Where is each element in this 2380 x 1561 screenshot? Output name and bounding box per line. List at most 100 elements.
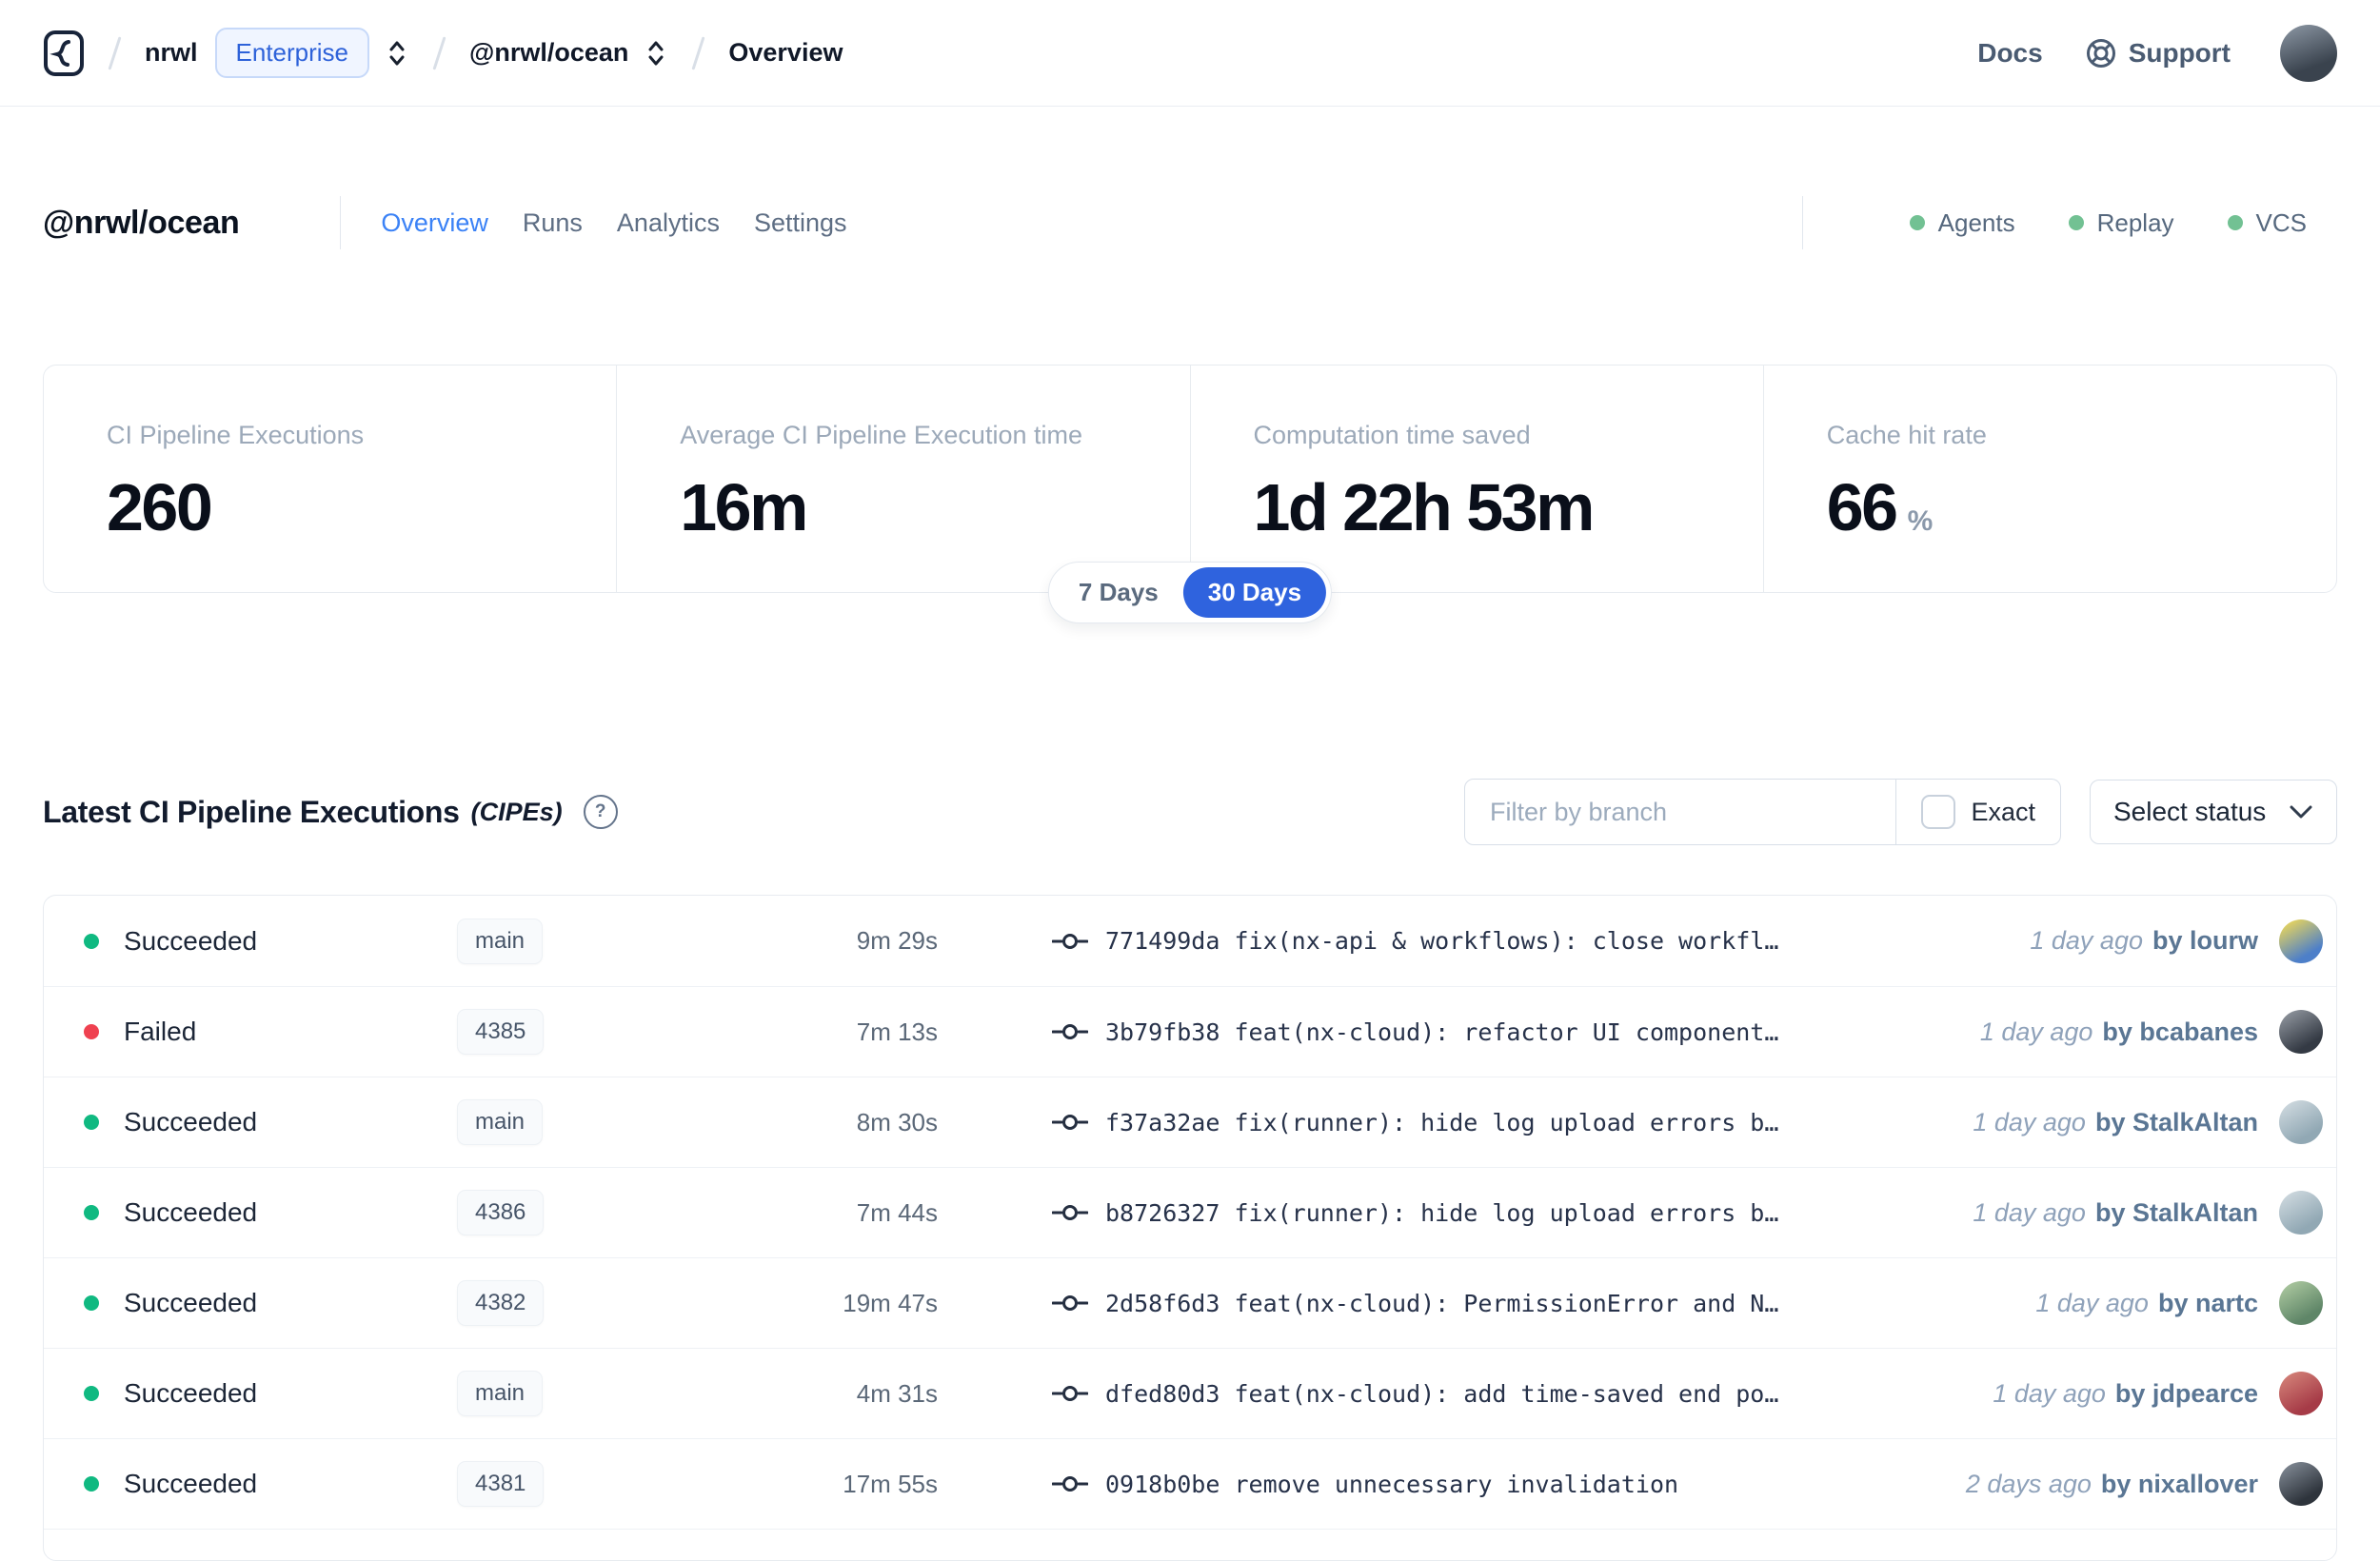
commit-message[interactable]: 0918b0be remove unnecessary invalidation (1105, 1471, 1678, 1498)
tab-analytics[interactable]: Analytics (600, 199, 737, 247)
commit-message[interactable]: 3b79fb38 feat(nx-cloud): refactor UI com… (1105, 1018, 1778, 1046)
branch-chip[interactable]: 4382 (457, 1280, 545, 1326)
status-label: Succeeded (124, 1107, 258, 1136)
author-avatar (2279, 1010, 2323, 1054)
author-avatar (2279, 1281, 2323, 1325)
branch-chip[interactable]: main (457, 1099, 544, 1145)
org-selector-button[interactable] (385, 37, 409, 69)
commit-message[interactable]: f37a32ae fix(runner): hide log upload er… (1105, 1109, 1778, 1136)
table-row[interactable]: Succeeded main 4m 31s dfed80d3 feat(nx-c… (44, 1348, 2336, 1438)
lifebuoy-icon (2086, 38, 2115, 68)
author-label: by lourw (2152, 926, 2258, 955)
toggle-30-days[interactable]: 30 Days (1182, 567, 1327, 618)
status-label: Succeeded (124, 1197, 258, 1227)
branch-chip[interactable]: 4381 (457, 1461, 545, 1507)
nx-cloud-app: nrwl Enterprise @nrwl/ocean Overview Doc… (0, 0, 2380, 1561)
author-label: by StalkAltan (2094, 1197, 2258, 1227)
breadcrumb-separator (108, 35, 122, 70)
tab-overview[interactable]: Overview (364, 199, 506, 247)
chevron-up-down-icon (389, 41, 405, 65)
git-commit-icon (1052, 1383, 1088, 1404)
branch-chip[interactable]: 4386 (457, 1190, 545, 1235)
integration-label: Replay (2096, 207, 2174, 237)
branch-filter-group: Exact (1463, 779, 2061, 845)
git-commit-icon (1052, 931, 1088, 952)
duration-label: 9m 29s (856, 926, 938, 955)
duration-label: 8m 30s (856, 1107, 938, 1136)
breadcrumb-separator (691, 35, 705, 70)
support-link[interactable]: Support (2085, 37, 2231, 69)
author-label: by jdpearce (2114, 1378, 2258, 1408)
status-dot-icon (84, 933, 99, 949)
table-row[interactable]: Succeeded main 8m 30s f37a32ae fix(runne… (44, 1077, 2336, 1167)
table-row[interactable]: Succeeded 4386 7m 44s b8726327 fix(runne… (44, 1167, 2336, 1257)
duration-label: 17m 55s (843, 1469, 938, 1498)
table-row-partial (44, 1529, 2336, 1560)
git-commit-icon (1052, 1473, 1088, 1494)
breadcrumb: nrwl Enterprise @nrwl/ocean Overview (43, 28, 843, 78)
branch-chip[interactable]: 4385 (457, 1009, 545, 1055)
branch-chip[interactable]: main (457, 1371, 544, 1416)
org-name[interactable]: nrwl (145, 38, 198, 68)
commit-message[interactable]: b8726327 fix(runner): hide log upload er… (1105, 1199, 1778, 1227)
author-label: by nartc (2157, 1288, 2258, 1317)
breadcrumb-separator (432, 35, 446, 70)
branch-chip[interactable]: main (457, 918, 544, 964)
toggle-7-days[interactable]: 7 Days (1054, 567, 1183, 618)
time-ago-label: 1 day ago (1973, 1107, 2086, 1136)
commit-message[interactable]: 771499da fix(nx-api & workflows): close … (1105, 927, 1778, 955)
help-icon[interactable] (583, 795, 618, 829)
table-row[interactable]: Succeeded 4381 17m 55s 0918b0be remove u… (44, 1438, 2336, 1529)
exact-label[interactable]: Exact (1971, 798, 2035, 827)
integration-vcs[interactable]: VCS (2227, 207, 2307, 238)
workspace-selector-button[interactable] (644, 37, 668, 69)
time-ago-label: 1 day ago (2035, 1288, 2149, 1317)
tab-runs[interactable]: Runs (506, 199, 600, 247)
author-avatar (2279, 1462, 2323, 1506)
integration-status-group: Agents Replay VCS (1801, 196, 2337, 249)
select-status-button[interactable]: Select status (2090, 780, 2337, 844)
enterprise-badge: Enterprise (214, 28, 370, 78)
duration-label: 7m 13s (856, 1017, 938, 1046)
exact-checkbox[interactable] (1921, 795, 1956, 829)
exact-filter: Exact (1896, 780, 2060, 844)
select-status-label: Select status (2113, 797, 2267, 826)
table-row[interactable]: Succeeded main 9m 29s 771499da fix(nx-ap… (44, 896, 2336, 986)
nx-cloud-logo-icon[interactable] (43, 30, 85, 77)
integration-agents[interactable]: Agents (1909, 208, 2015, 238)
stat-card-average-execution-time: Average CI Pipeline Execution time 16m (616, 366, 1189, 592)
status-dot-icon (2068, 215, 2084, 230)
stat-card-ci-pipeline-executions: CI Pipeline Executions 260 (44, 366, 616, 592)
top-nav-actions: Docs Support (1977, 24, 2337, 82)
author-label: by StalkAltan (2094, 1107, 2258, 1136)
stat-card-computation-time-saved: Computation time saved 1d 22h 53m (1189, 366, 1763, 592)
divider (1801, 196, 1803, 249)
cipe-table: Succeeded main 9m 29s 771499da fix(nx-ap… (43, 895, 2337, 1561)
branch-filter-input[interactable] (1464, 780, 1895, 844)
table-row[interactable]: Failed 4385 7m 13s 3b79fb38 feat(nx-clou… (44, 986, 2336, 1077)
tab-settings[interactable]: Settings (737, 199, 864, 247)
commit-message[interactable]: 2d58f6d3 feat(nx-cloud): PermissionError… (1105, 1290, 1778, 1317)
workspace-title: @nrwl/ocean (43, 204, 240, 241)
time-ago-label: 2 days ago (1965, 1469, 2092, 1498)
top-navigation-bar: nrwl Enterprise @nrwl/ocean Overview Doc… (0, 0, 2380, 107)
integration-label: VCS (2255, 207, 2307, 237)
workspace-name[interactable]: @nrwl/ocean (469, 38, 628, 68)
author-label: by bcabanes (2102, 1017, 2258, 1046)
date-range-toggle: 7 Days 30 Days (1047, 562, 1333, 623)
filter-controls: Exact Select status (1463, 779, 2337, 845)
stat-label: Computation time saved (1253, 421, 1531, 449)
commit-message[interactable]: dfed80d3 feat(nx-cloud): add time-saved … (1105, 1380, 1778, 1408)
git-commit-icon (1052, 1293, 1088, 1314)
workspace-header: @nrwl/ocean Overview Runs Analytics Sett… (0, 187, 2380, 259)
cipes-section-header: Latest CI Pipeline Executions (CIPEs) Ex… (0, 779, 2380, 845)
user-avatar[interactable] (2280, 24, 2337, 82)
status-label: Succeeded (124, 925, 258, 956)
status-dot-icon (1909, 215, 1925, 230)
table-row[interactable]: Succeeded 4382 19m 47s 2d58f6d3 feat(nx-… (44, 1257, 2336, 1348)
integration-replay[interactable]: Replay (2068, 207, 2174, 238)
stat-label: Average CI Pipeline Execution time (680, 421, 1082, 449)
duration-label: 7m 44s (856, 1197, 938, 1227)
docs-link[interactable]: Docs (1977, 38, 2042, 69)
duration-label: 4m 31s (856, 1378, 938, 1408)
